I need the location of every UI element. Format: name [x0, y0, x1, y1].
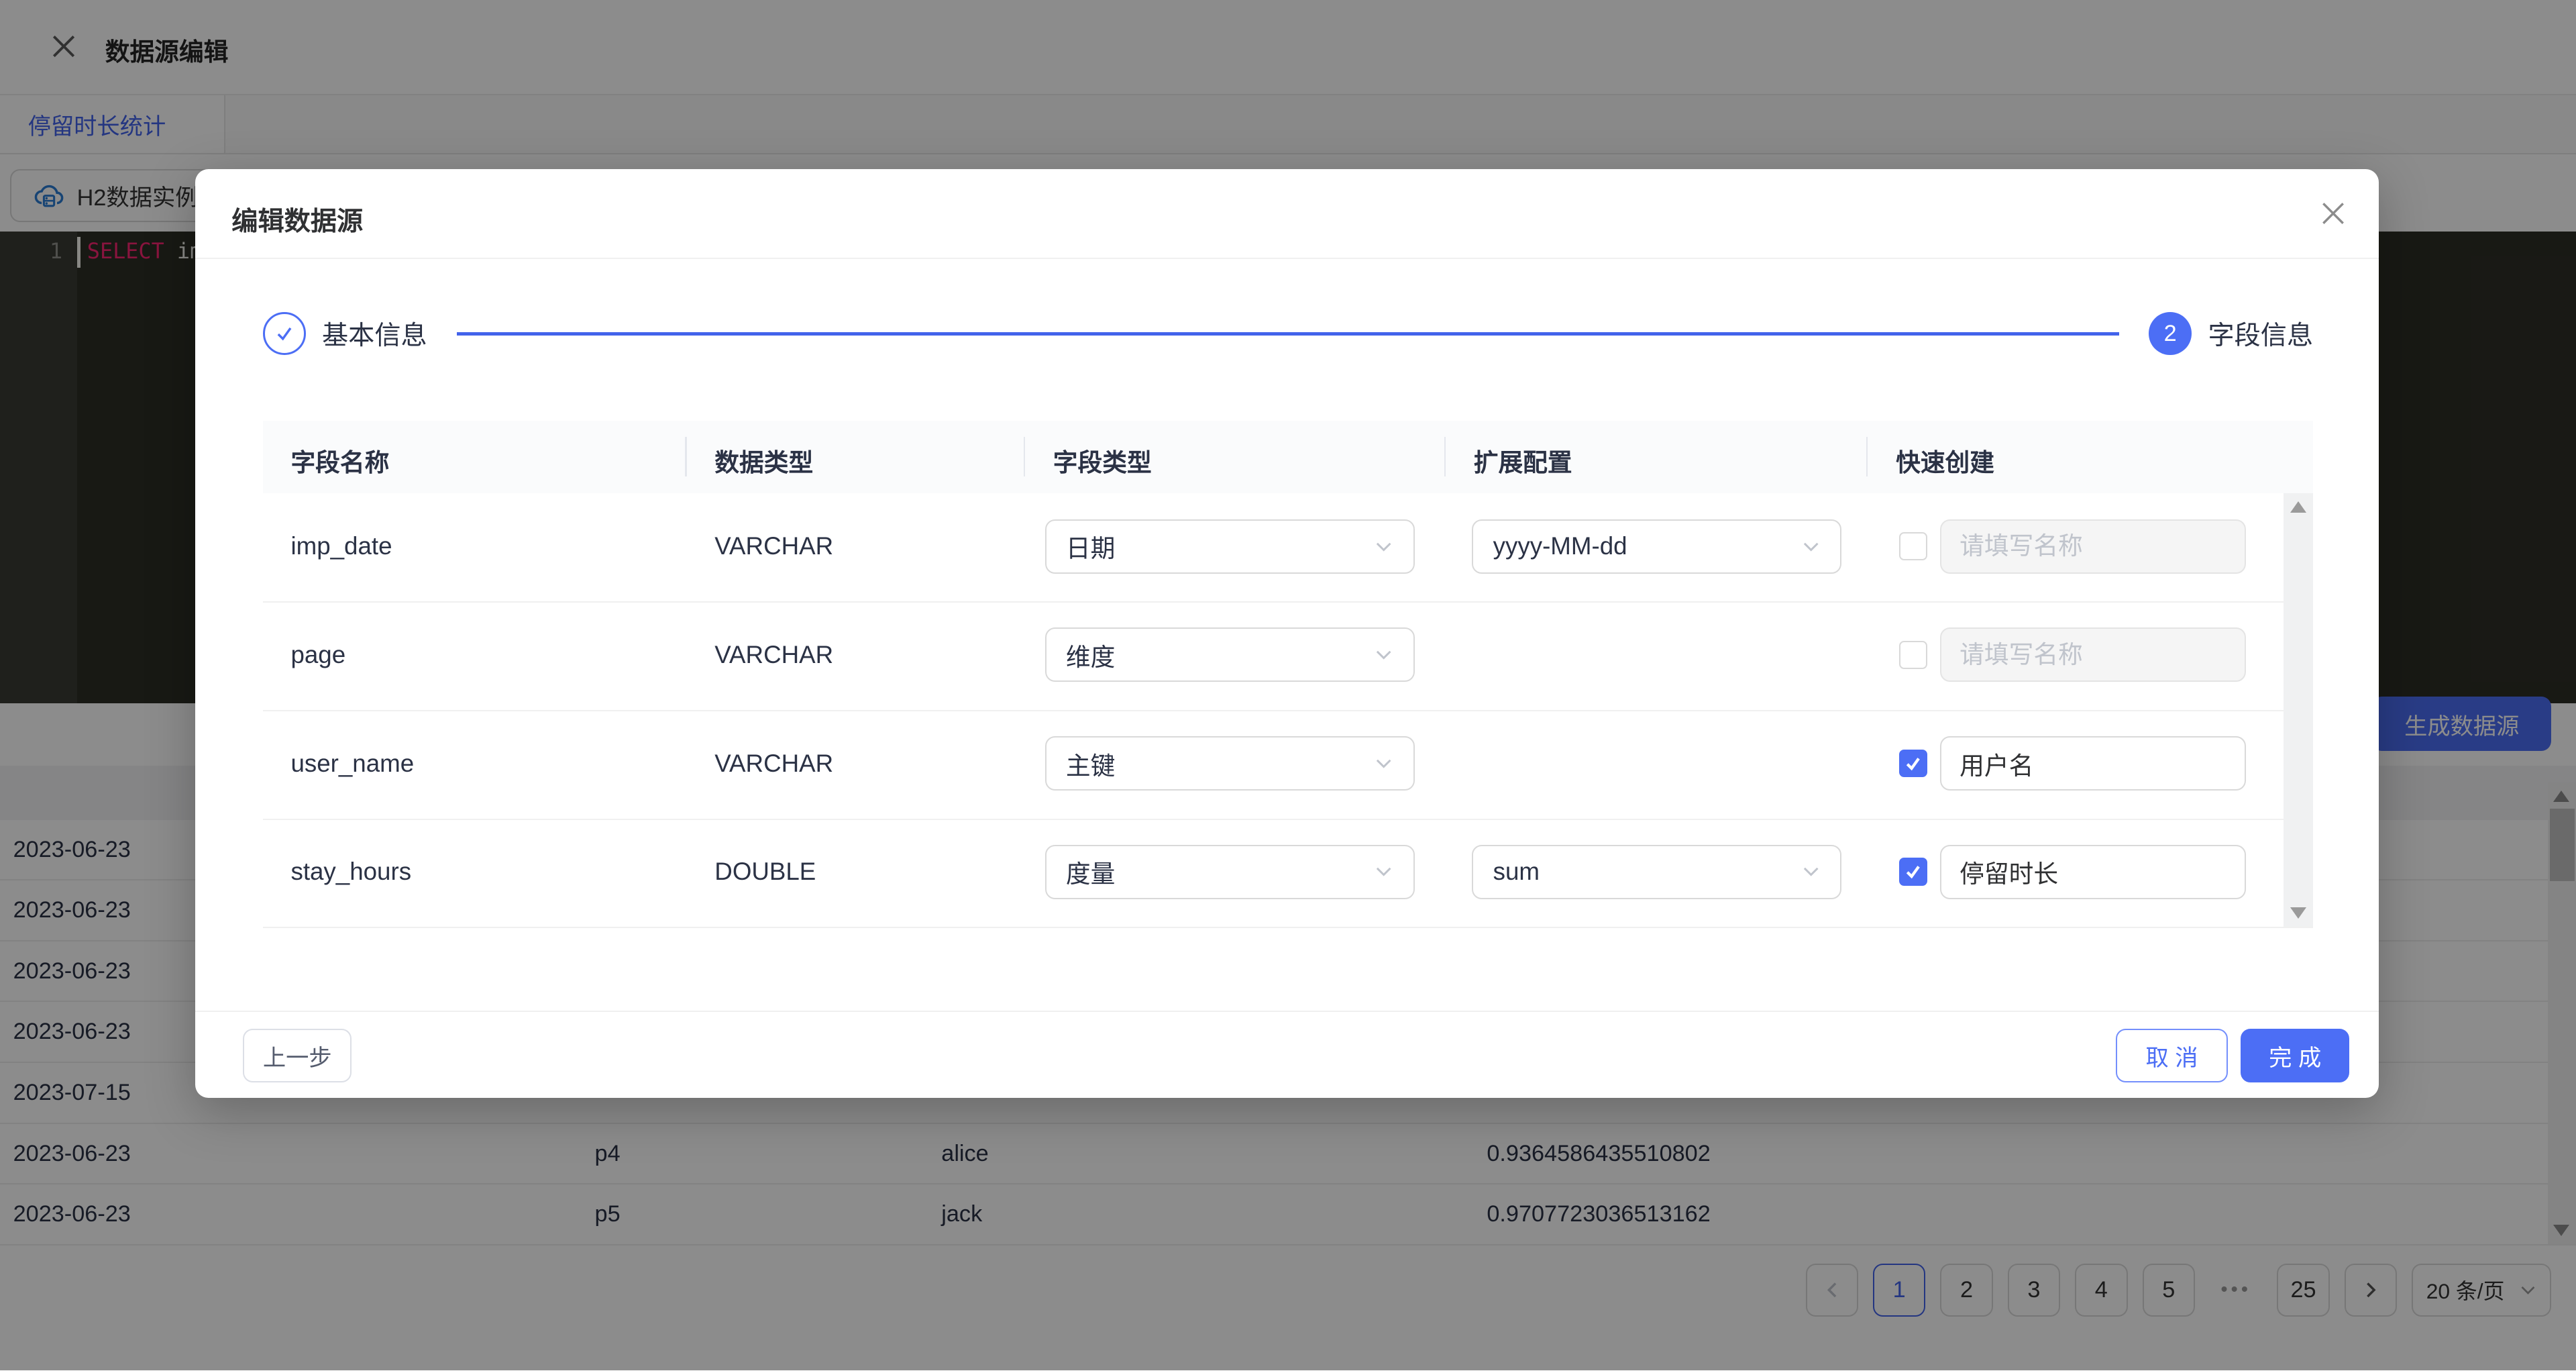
- cancel-button[interactable]: 取 消: [2116, 1029, 2228, 1083]
- field-data-type: VARCHAR: [714, 641, 833, 669]
- field-name: stay_hours: [290, 858, 411, 886]
- modal-footer: 上一步 取 消 完 成: [195, 1011, 2379, 1099]
- field-type-value: 日期: [1066, 528, 1115, 564]
- quick-create-checkbox[interactable]: [1899, 641, 1927, 669]
- quick-create-name-input[interactable]: [1940, 627, 2246, 682]
- field-name: page: [290, 641, 345, 669]
- field-name: imp_date: [290, 532, 392, 560]
- chevron-down-icon: [1374, 645, 1393, 664]
- field-type-select[interactable]: 日期: [1045, 519, 1415, 574]
- fields-table-scrollbar[interactable]: [2284, 493, 2313, 927]
- check-icon: [1903, 754, 1923, 773]
- field-name: user_name: [290, 750, 414, 778]
- quick-create-name-input[interactable]: [1940, 736, 2246, 791]
- ext-config-select[interactable]: yyyy-MM-dd: [1472, 519, 1841, 574]
- col-field-type: 字段类型: [1053, 442, 1152, 478]
- aggregation-value: sum: [1493, 858, 1540, 886]
- chevron-down-icon: [1801, 862, 1821, 881]
- field-row-page: page VARCHAR 维度: [263, 601, 2313, 711]
- field-data-type: VARCHAR: [714, 532, 833, 560]
- step-2-circle: 2: [2149, 312, 2192, 355]
- field-data-type: DOUBLE: [714, 858, 816, 886]
- column-divider: [1024, 437, 1025, 476]
- field-type-value: 度量: [1066, 854, 1115, 890]
- column-divider: [685, 437, 686, 476]
- modal-title: 编辑数据源: [231, 201, 363, 238]
- quick-create-name-input[interactable]: [1940, 845, 2246, 899]
- screen: 数据源编辑 停留时长统计 H2数据实例 1 SELECT imp 生成数据源 i…: [0, 0, 2576, 1370]
- chevron-down-icon: [1374, 754, 1393, 773]
- step-1-done-circle: [263, 312, 306, 355]
- previous-step-button[interactable]: 上一步: [243, 1029, 352, 1083]
- quick-create-checkbox[interactable]: [1899, 858, 1927, 886]
- modal-close-icon[interactable]: [2318, 199, 2348, 228]
- quick-create-checkbox[interactable]: [1899, 750, 1927, 778]
- field-type-value: 维度: [1066, 637, 1115, 673]
- field-type-select[interactable]: 度量: [1045, 845, 1415, 899]
- step-2-number: 2: [2164, 321, 2177, 347]
- field-type-select[interactable]: 维度: [1045, 627, 1415, 682]
- field-row-user-name: user_name VARCHAR 主键: [263, 710, 2313, 820]
- col-quick-create: 快速创建: [1896, 442, 1994, 478]
- chevron-down-icon: [1374, 862, 1393, 881]
- chevron-down-icon: [1801, 537, 1821, 556]
- column-divider: [1866, 437, 1868, 476]
- check-icon: [274, 323, 295, 344]
- ext-config-value: yyyy-MM-dd: [1493, 532, 1627, 560]
- scroll-up-icon[interactable]: [2290, 501, 2306, 513]
- col-field-name: 字段名称: [290, 442, 389, 478]
- fields-table-header: 字段名称 数据类型 字段类型 扩展配置 快速创建: [263, 421, 2313, 493]
- stepper: 基本信息 2 字段信息: [263, 312, 2313, 355]
- step-2-label[interactable]: 字段信息: [2208, 315, 2313, 352]
- chevron-down-icon: [1374, 537, 1393, 556]
- quick-create-name-input[interactable]: [1940, 519, 2246, 574]
- field-type-select[interactable]: 主键: [1045, 736, 1415, 791]
- col-data-type: 数据类型: [714, 442, 813, 478]
- quick-create-checkbox[interactable]: [1899, 532, 1927, 560]
- aggregation-select[interactable]: sum: [1472, 845, 1841, 899]
- field-row-imp-date: imp_date VARCHAR 日期 yyyy-MM-dd: [263, 493, 2313, 603]
- column-divider: [1444, 437, 1446, 476]
- done-button[interactable]: 完 成: [2241, 1029, 2349, 1083]
- edit-datasource-modal: 编辑数据源 基本信息 2 字段信息 字段名称 数据类型 字段类型 扩展配置: [195, 169, 2379, 1098]
- field-type-value: 主键: [1066, 746, 1115, 782]
- step-1-label[interactable]: 基本信息: [322, 315, 427, 352]
- stepper-connector: [457, 332, 2119, 336]
- modal-header: 编辑数据源: [195, 169, 2379, 259]
- check-icon: [1903, 862, 1923, 881]
- field-data-type: VARCHAR: [714, 750, 833, 778]
- field-row-stay-hours: stay_hours DOUBLE 度量 sum: [263, 819, 2313, 929]
- col-ext-config: 扩展配置: [1474, 442, 1572, 478]
- scroll-down-icon[interactable]: [2290, 907, 2306, 919]
